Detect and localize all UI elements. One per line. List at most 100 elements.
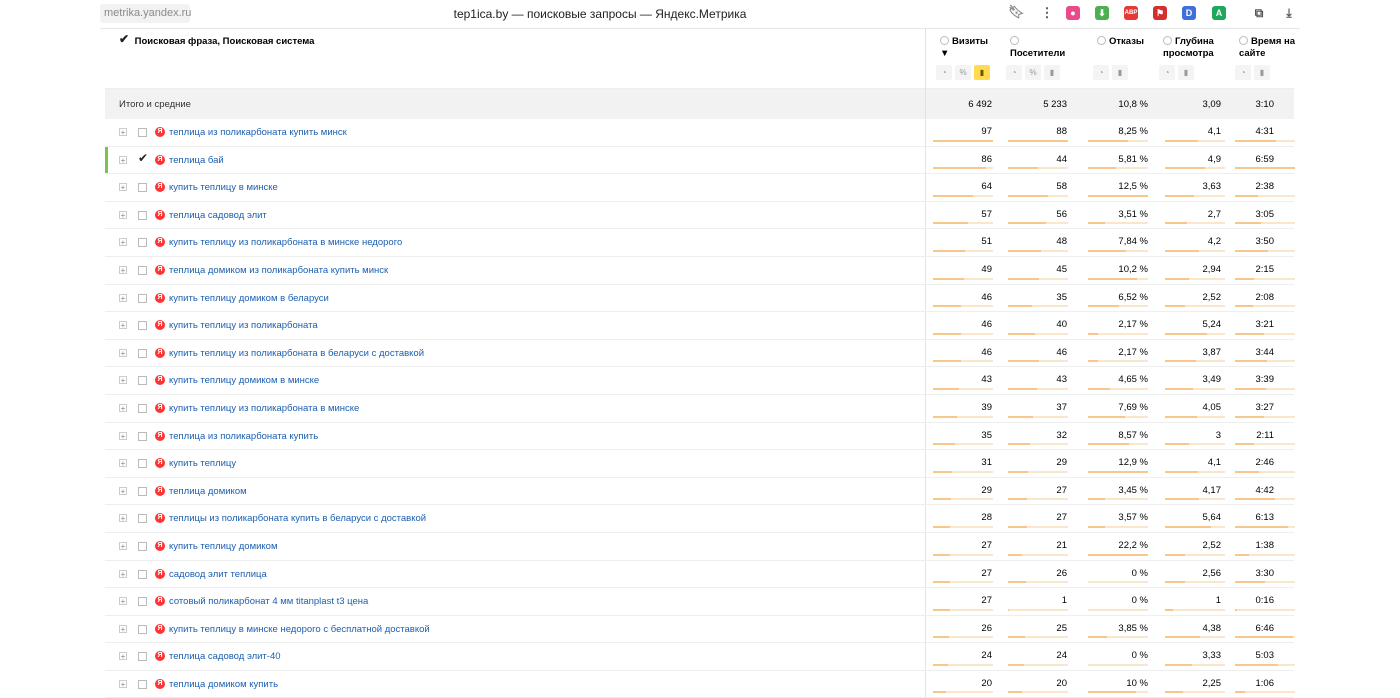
metric-header-2[interactable]: Отказы <box>1097 36 1161 48</box>
row-checkbox[interactable] <box>138 210 147 220</box>
table-row[interactable]: + Якупить теплицу из поликарбоната в минс… <box>105 229 1295 257</box>
expand-icon[interactable]: + <box>119 128 127 137</box>
expand-icon[interactable]: + <box>119 569 127 578</box>
expand-icon[interactable]: + <box>119 238 127 247</box>
search-phrase-link[interactable]: теплица домиком купить <box>169 679 278 690</box>
colorpicker-icon[interactable]: ● <box>1066 6 1080 20</box>
search-phrase-link[interactable]: купить теплицу из поликарбоната в минске… <box>169 237 402 248</box>
table-row[interactable]: + Ятеплица садовод элит-40 24 24 0 % 3,33 5:03 <box>105 643 1295 671</box>
search-phrase-link[interactable]: теплица из поликарбоната купить <box>169 431 318 442</box>
table-row[interactable]: + Якупить теплицу домиком в минске 43 43 4,6… <box>105 367 1295 395</box>
expand-icon[interactable]: + <box>119 514 127 523</box>
table-row[interactable]: + Ятеплица домиком из поликарбоната купит… <box>105 256 1295 285</box>
pie-chart-icon[interactable]: ◔ <box>1159 65 1175 80</box>
expand-icon[interactable]: + <box>119 210 127 219</box>
expand-icon[interactable]: + <box>119 183 127 192</box>
table-row[interactable]: + Ятеплица из поликарбоната купить 35 32 8,5… <box>105 422 1295 451</box>
expand-icon[interactable]: + <box>119 652 127 661</box>
metric-radio[interactable] <box>1010 36 1019 45</box>
table-row[interactable]: + Ятеплица домиком 29 27 3,45 % 4,17 4:42 <box>105 477 1295 506</box>
row-checkbox[interactable] <box>138 238 147 248</box>
expand-icon[interactable]: + <box>119 265 127 274</box>
bookmark-icon[interactable]: 🔖︎ <box>1008 5 1025 19</box>
pie-chart-icon[interactable]: ◔ <box>936 65 952 80</box>
search-phrase-link[interactable]: купить теплицу в минске недорого с беспл… <box>169 624 430 635</box>
table-row[interactable]: + Ятеплицы из поликарбоната купить в бела… <box>105 505 1295 533</box>
expand-icon[interactable]: + <box>119 486 127 495</box>
menu-dots-icon[interactable]: ⋮ <box>1040 6 1054 20</box>
puzzle-icon[interactable]: ⧉ <box>1252 6 1266 20</box>
metric-header-0[interactable]: Визиты ▼ <box>940 36 1000 60</box>
row-checkbox[interactable] <box>138 569 147 579</box>
download-arrow-icon[interactable]: ⤓ <box>1282 6 1296 20</box>
expand-icon[interactable]: + <box>119 459 127 468</box>
search-phrase-link[interactable]: купить теплицу домиком в беларуси <box>169 293 329 304</box>
table-row[interactable]: + Ятеплица из поликарбоната купить минск 9… <box>105 119 1295 147</box>
header-checkbox[interactable] <box>119 32 129 46</box>
table-row[interactable]: + Якупить теплицу из поликарбоната 46 40 2,1… <box>105 312 1295 340</box>
row-checkbox[interactable] <box>138 486 147 496</box>
search-phrase-link[interactable]: теплицы из поликарбоната купить в белару… <box>169 513 426 524</box>
search-phrase-link[interactable]: купить теплицу из поликарбоната <box>169 320 318 331</box>
metric-radio[interactable] <box>1097 36 1106 45</box>
search-phrase-link[interactable]: теплица садовод элит <box>169 210 267 221</box>
row-checkbox[interactable] <box>138 151 148 165</box>
expand-icon[interactable]: + <box>119 597 127 606</box>
row-checkbox[interactable] <box>138 459 147 469</box>
table-row[interactable]: + Якупить теплицу из поликарбоната в бела… <box>105 339 1295 368</box>
table-row[interactable]: + Якупить теплицу в минске недорого с бес… <box>105 615 1295 644</box>
expand-icon[interactable]: + <box>119 541 127 550</box>
row-checkbox[interactable] <box>138 431 147 441</box>
search-phrase-link[interactable]: теплица из поликарбоната купить минск <box>169 127 347 138</box>
metric-radio[interactable] <box>1163 36 1172 45</box>
bar-chart-icon[interactable]: ▮ <box>974 65 990 80</box>
bar-chart-icon[interactable]: ▮ <box>1044 65 1060 80</box>
adblock-icon[interactable]: ABP <box>1124 6 1138 20</box>
d-icon[interactable]: D <box>1182 6 1196 20</box>
expand-icon[interactable]: + <box>119 293 127 302</box>
table-row[interactable]: + Ятеплица бай 86 44 5,81 % 4,9 6:59 <box>105 146 1295 175</box>
pie-chart-icon[interactable]: ◔ <box>1235 65 1251 80</box>
expand-icon[interactable]: + <box>119 348 127 357</box>
row-checkbox[interactable] <box>138 652 147 662</box>
flag-icon[interactable]: ⚑ <box>1153 6 1167 20</box>
search-phrase-link[interactable]: теплица домиком <box>169 486 247 497</box>
bar-chart-icon[interactable]: ▮ <box>1112 65 1128 80</box>
bar-chart-icon[interactable]: ▮ <box>1178 65 1194 80</box>
percent-icon[interactable]: % <box>1025 65 1041 80</box>
table-row[interactable]: + Якупить теплицу домиком 27 21 22,2 % 2,52 1:… <box>105 532 1295 561</box>
row-checkbox[interactable] <box>138 293 147 303</box>
metric-header-4[interactable]: Время на сайте <box>1239 36 1303 60</box>
table-row[interactable]: + Ятеплица домиком купить 20 20 10 % 2,25 1:06 <box>105 670 1295 698</box>
row-checkbox[interactable] <box>138 183 147 193</box>
metric-radio[interactable] <box>1239 36 1248 45</box>
pie-chart-icon[interactable]: ◔ <box>1006 65 1022 80</box>
table-row[interactable]: + Якупить теплицу из поликарбоната в минс… <box>105 394 1295 423</box>
metric-radio[interactable] <box>940 36 949 45</box>
search-phrase-link[interactable]: купить теплицу в минске <box>169 182 278 193</box>
search-phrase-link[interactable]: купить теплицу из поликарбоната в белару… <box>169 348 424 359</box>
row-checkbox[interactable] <box>138 541 147 551</box>
search-phrase-link[interactable]: садовод элит теплица <box>169 569 267 580</box>
search-phrase-link[interactable]: купить теплицу из поликарбоната в минске <box>169 403 359 414</box>
table-row[interactable]: + Ясадовод элит теплица 27 26 0 % 2,56 3:30 <box>105 560 1295 589</box>
search-phrase-link[interactable]: теплица домиком из поликарбоната купить … <box>169 265 388 276</box>
expand-icon[interactable]: + <box>119 624 127 633</box>
metric-header-3[interactable]: Глубина просмотра <box>1163 36 1227 60</box>
row-checkbox[interactable] <box>138 597 147 607</box>
table-row[interactable]: + Якупить теплицу в минске 64 58 12,5 % 3,63 2… <box>105 174 1295 202</box>
expand-icon[interactable]: + <box>119 321 127 330</box>
download-icon[interactable]: ⬇ <box>1095 6 1109 20</box>
search-phrase-link[interactable]: теплица садовод элит-40 <box>169 651 281 662</box>
row-checkbox[interactable] <box>138 128 147 137</box>
dimension-header[interactable]: Поисковая фраза, Поисковая система <box>119 32 314 47</box>
expand-icon[interactable]: + <box>119 403 127 412</box>
search-phrase-link[interactable]: теплица бай <box>169 155 224 166</box>
row-checkbox[interactable] <box>138 624 147 634</box>
search-phrase-link[interactable]: сотовый поликарбонат 4 мм titanplast t3 … <box>169 596 368 607</box>
row-checkbox[interactable] <box>138 514 147 524</box>
row-checkbox[interactable] <box>138 348 147 358</box>
search-phrase-link[interactable]: купить теплицу домиком <box>169 541 278 552</box>
row-checkbox[interactable] <box>138 321 147 331</box>
row-checkbox[interactable] <box>138 265 147 275</box>
